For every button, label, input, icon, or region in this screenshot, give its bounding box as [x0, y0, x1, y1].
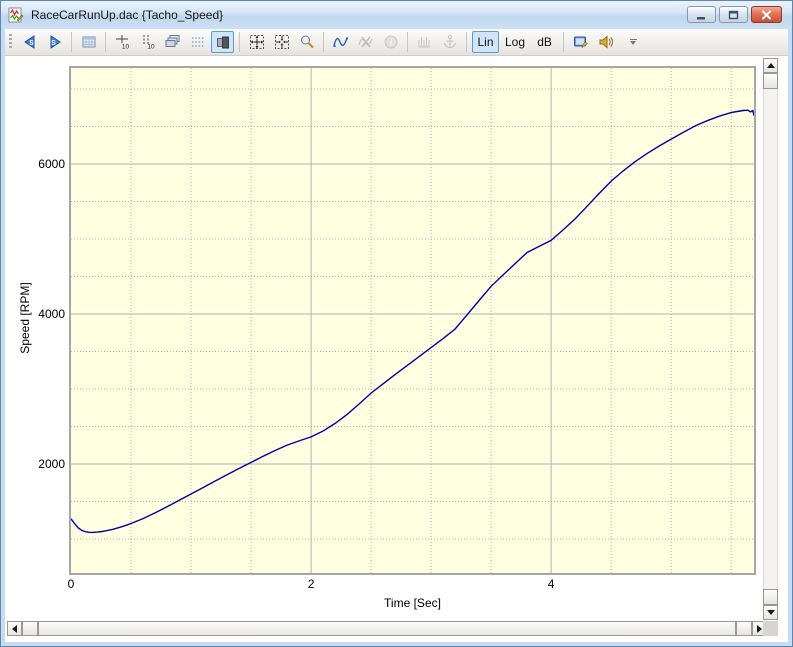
y-tick-label: 4000: [38, 307, 65, 321]
connect-samples-button[interactable]: [329, 31, 352, 53]
grid-lines-button[interactable]: [186, 31, 209, 53]
harmonic-icon: 10: [140, 34, 156, 50]
chart-host: 0 2 4 2000 4000 6000 Time [Sec] Speed [RPM]: [5, 56, 761, 622]
magnifier-button[interactable]: [295, 31, 318, 53]
y-tick-label: 2000: [38, 457, 65, 471]
previous-signal-button[interactable]: S: [18, 31, 41, 53]
x-tick-label: 2: [308, 577, 315, 591]
toolbar-grip[interactable]: [9, 34, 12, 50]
minimize-icon: [694, 9, 709, 21]
db-scale-button[interactable]: dB: [531, 31, 558, 53]
toolbar-separator: [466, 32, 467, 52]
toolbar-separator: [105, 32, 106, 52]
layers-icon: [165, 34, 181, 50]
application-window: RaceCarRunUp.dac {Tacho_Speed}: [0, 0, 793, 647]
split-panels-icon: [215, 34, 231, 50]
vertical-scrollbar: [763, 58, 778, 620]
toolbar: S S 10 10 i Lin LogdB: [5, 29, 788, 56]
titlebar[interactable]: RaceCarRunUp.dac {Tacho_Speed}: [1, 1, 792, 29]
toolbar-separator: [323, 32, 324, 52]
present-icon: [573, 34, 589, 50]
signal-info-button: i: [379, 31, 402, 53]
content-area: 0 2 4 2000 4000 6000 Time [Sec] Speed [RPM]: [5, 56, 788, 642]
vertical-scrollbar-page-button[interactable]: [763, 589, 778, 605]
arrow-up-icon: [767, 63, 775, 68]
scrollbar-corner: [763, 621, 778, 636]
curve-window-icon: [8, 7, 24, 23]
svg-text:S: S: [51, 40, 56, 47]
prev-signal-icon: S: [22, 34, 38, 50]
x-axis-title: Time [Sec]: [384, 596, 441, 610]
arrow-down-icon: [767, 610, 775, 615]
crosshair-icon: 10: [115, 34, 131, 50]
y-tick-label: 6000: [38, 157, 65, 171]
toolbar-separator: [239, 32, 240, 52]
toolbar-separator: [71, 32, 72, 52]
log-scale-button[interactable]: Log: [501, 31, 529, 53]
chevron-down-icon: [630, 41, 636, 45]
harmonic-cursors-button[interactable]: 10: [136, 31, 159, 53]
toolbar-separator: [563, 32, 564, 52]
next-signal-button[interactable]: S: [43, 31, 66, 53]
toolbar-separator: [407, 32, 408, 52]
sound-output-button[interactable]: [594, 31, 617, 53]
wave-cut-icon: [358, 34, 374, 50]
vertical-scrollbar-track[interactable]: [763, 89, 778, 589]
svg-text:10: 10: [147, 44, 155, 51]
next-signal-icon: S: [47, 34, 63, 50]
info-icon: i: [383, 34, 399, 50]
split-view-button[interactable]: [211, 31, 234, 53]
svg-text:10: 10: [121, 44, 129, 51]
db-scale-label: dB: [537, 35, 552, 49]
window-controls: [687, 6, 782, 23]
comb-icon: [417, 34, 433, 50]
autoscale-button[interactable]: [245, 31, 268, 53]
close-icon: [759, 9, 774, 21]
wave-icon: [333, 34, 349, 50]
anchor-cursor-button: [438, 31, 461, 53]
delete-samples-button: [354, 31, 377, 53]
crosshair-cursor-button[interactable]: 10: [111, 31, 134, 53]
scroll-up-button[interactable]: [763, 58, 778, 73]
maximize-icon: [726, 9, 741, 21]
plot-area[interactable]: [71, 68, 754, 573]
arrow-left-icon: [12, 625, 17, 633]
horizontal-scrollbar: [7, 621, 767, 636]
speaker-icon: [598, 34, 614, 50]
presentation-button[interactable]: [569, 31, 592, 53]
horizontal-scrollbar-page-right[interactable]: [736, 621, 752, 636]
scroll-left-button[interactable]: [7, 621, 22, 636]
comb-cursor-button: [413, 31, 436, 53]
fit-out-icon: [249, 34, 265, 50]
minimize-button[interactable]: [687, 6, 716, 23]
y-axis-title: Speed [RPM]: [18, 282, 32, 353]
measurement-grid-button[interactable]: [77, 31, 100, 53]
chart-canvas: 0 2 4 2000 4000 6000 Time [Sec] Speed [RPM]: [5, 56, 761, 622]
overlapped-curves-button[interactable]: [161, 31, 184, 53]
toolbar-overflow-button[interactable]: [626, 33, 640, 51]
dotted-lines-icon: [190, 34, 206, 50]
vertical-scrollbar-thumb[interactable]: [763, 73, 778, 89]
log-scale-label: Log: [505, 35, 525, 49]
window-title: RaceCarRunUp.dac {Tacho_Speed}: [31, 8, 223, 22]
arrow-right-icon: [757, 625, 762, 633]
linear-scale-label: Lin: [477, 35, 493, 49]
horizontal-scrollbar-thumb[interactable]: [38, 621, 736, 636]
scale-to-zero-button[interactable]: [270, 31, 293, 53]
anchor-icon: [442, 34, 458, 50]
overflow-bar-icon: [630, 39, 637, 40]
x-tick-label: 0: [68, 577, 75, 591]
svg-text:S: S: [29, 40, 34, 47]
magnifier-icon: [299, 34, 315, 50]
scroll-down-button[interactable]: [763, 605, 778, 620]
toolbar-items: S S 10 10 i Lin LogdB: [17, 31, 618, 53]
linear-scale-button[interactable]: Lin: [472, 31, 499, 53]
horizontal-scrollbar-page-left[interactable]: [22, 621, 38, 636]
close-button[interactable]: [751, 6, 782, 23]
maximize-button[interactable]: [719, 6, 748, 23]
x-tick-label: 4: [548, 577, 555, 591]
grid-dialog-icon: [81, 34, 97, 50]
fit-in-icon: [274, 34, 290, 50]
